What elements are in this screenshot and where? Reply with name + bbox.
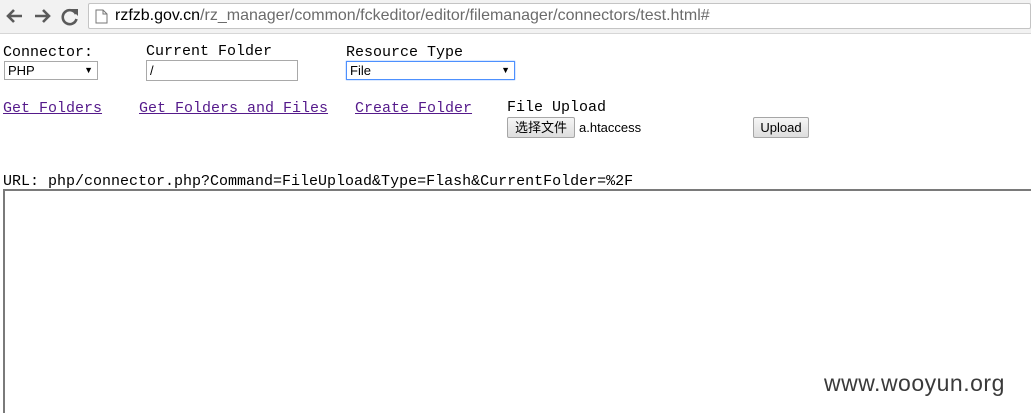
chevron-down-icon: ▼	[84, 65, 93, 75]
connector-select[interactable]: PHP ▼	[4, 61, 98, 80]
page-content: Connector: Current Folder Resource Type …	[0, 34, 1031, 413]
connector-select-value: PHP	[8, 63, 35, 78]
selected-file-name: a.htaccess	[579, 120, 642, 135]
forward-arrow-icon[interactable]	[31, 5, 53, 27]
address-bar[interactable]: rzfzb.gov.cn/rz_manager/common/fckeditor…	[88, 3, 1031, 29]
choose-file-button[interactable]: 选择文件	[507, 117, 575, 138]
connector-label: Connector:	[3, 44, 94, 61]
current-folder-input[interactable]: /	[146, 60, 298, 81]
current-folder-label: Current Folder	[146, 43, 273, 60]
browser-toolbar: rzfzb.gov.cn/rz_manager/common/fckeditor…	[0, 0, 1031, 34]
back-arrow-icon[interactable]	[4, 5, 26, 27]
get-folders-and-files-link[interactable]: Get Folders and Files	[139, 100, 328, 117]
resource-type-label: Resource Type	[346, 44, 464, 61]
page-icon	[95, 9, 108, 24]
resource-type-select-value: File	[350, 63, 371, 78]
reload-icon[interactable]	[59, 5, 81, 27]
upload-button[interactable]: Upload	[753, 117, 809, 138]
resource-type-select[interactable]: File ▼	[346, 61, 515, 80]
get-folders-link[interactable]: Get Folders	[3, 100, 102, 117]
url-display: URL: php/connector.php?Command=FileUploa…	[3, 173, 634, 190]
url-path: /rz_manager/common/fckeditor/editor/file…	[200, 7, 710, 24]
url-host: rzfzb.gov.cn	[115, 7, 201, 24]
address-url: rzfzb.gov.cn/rz_manager/common/fckeditor…	[115, 7, 710, 25]
file-upload-label: File Upload	[507, 99, 607, 116]
watermark-text: www.wooyun.org	[824, 370, 1005, 396]
chevron-down-icon: ▼	[501, 65, 510, 75]
create-folder-link[interactable]: Create Folder	[355, 100, 472, 117]
